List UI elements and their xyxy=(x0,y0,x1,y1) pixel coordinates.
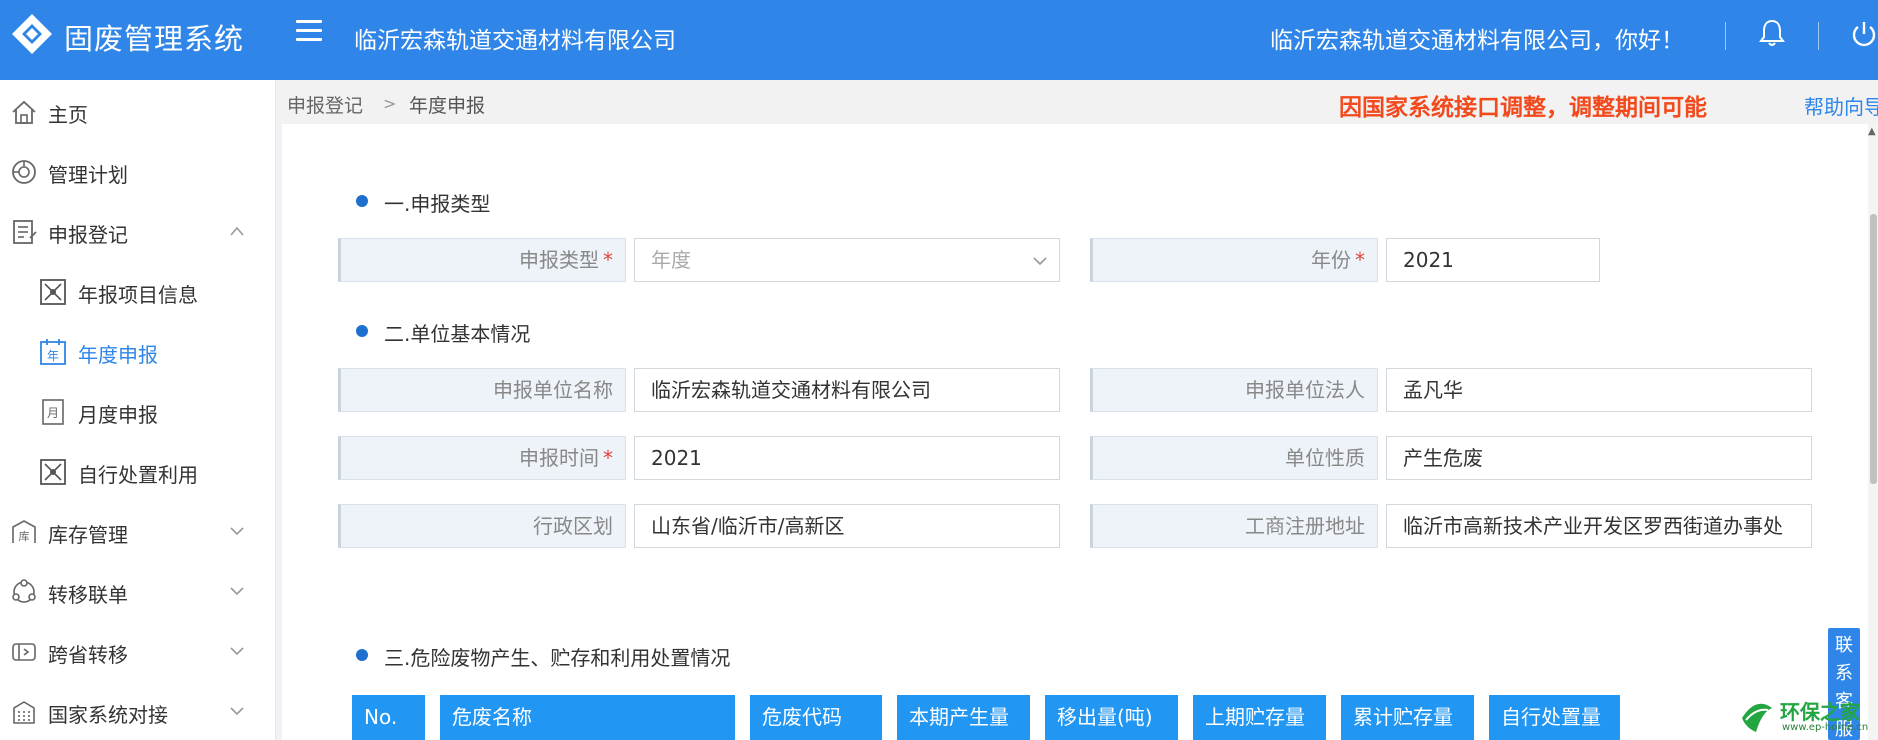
table-header-cell: 上期贮存量 xyxy=(1193,695,1326,740)
year-calendar-icon: 年 xyxy=(40,339,66,365)
year-label: 年份 * xyxy=(1090,238,1378,282)
report-time-label: 申报时间 * xyxy=(338,436,626,480)
sidebar-item-label: 库存管理 xyxy=(48,523,128,547)
report-type-select[interactable]: 年度 xyxy=(634,238,1060,282)
sidebar-item-label: 跨省转移 xyxy=(48,643,128,667)
sidebar-item-home[interactable]: 主页 xyxy=(0,82,276,142)
user-greeting[interactable]: 临沂宏森轨道交通材料有限公司，你好！ xyxy=(1270,21,1684,55)
sidebar-item-label: 国家系统对接 xyxy=(48,703,168,727)
svg-text:月: 月 xyxy=(47,406,59,420)
table-header-cell: No. xyxy=(352,695,425,740)
logo-icon xyxy=(12,14,52,54)
unit-nature-input[interactable]: 产生危废 xyxy=(1386,436,1812,480)
unit-name-input[interactable]: 临沂宏森轨道交通材料有限公司 xyxy=(634,368,1060,412)
legal-person-label: 申报单位法人 xyxy=(1090,368,1378,412)
report-time-input[interactable]: 2021 xyxy=(634,436,1060,480)
sidebar-item-label: 申报登记 xyxy=(48,223,128,247)
table-header-cell: 累计贮存量 xyxy=(1341,695,1474,740)
home-icon xyxy=(12,100,36,124)
breadcrumb: 申报登记 > 年度申报 因国家系统接口调整，调整期间可能 帮助向导 xyxy=(277,80,1878,124)
unit-name-label: 申报单位名称 xyxy=(338,368,626,412)
sidebar-item-label: 月度申报 xyxy=(78,403,158,427)
notice-marquee: 因国家系统接口调整，调整期间可能 xyxy=(1339,95,1707,121)
legal-person-input[interactable]: 孟凡华 xyxy=(1386,368,1812,412)
plan-icon xyxy=(12,160,36,184)
chevron-down-icon xyxy=(230,587,244,596)
chevron-up-icon xyxy=(230,226,244,236)
sidebar-item-annual-report[interactable]: 年 年度申报 xyxy=(0,322,276,382)
sidebar-item-cross-province[interactable]: 跨省转移 xyxy=(0,622,276,682)
sidebar-item-label: 管理计划 xyxy=(48,163,128,187)
bell-icon[interactable] xyxy=(1758,18,1786,48)
dispose-icon xyxy=(40,459,66,485)
power-icon[interactable] xyxy=(1850,19,1878,49)
chevron-down-icon xyxy=(230,707,244,716)
header-divider xyxy=(1725,22,1726,50)
breadcrumb-parent[interactable]: 申报登记 xyxy=(287,91,363,118)
report-type-label: 申报类型 * xyxy=(338,238,626,282)
breadcrumb-current: 年度申报 xyxy=(409,95,486,117)
section-heading: 一.申报类型 xyxy=(356,188,656,216)
system-title: 固废管理系统 xyxy=(64,22,245,56)
declare-icon xyxy=(13,220,37,244)
address-input[interactable]: 临沂市高新技术产业开发区罗西街道办事处 xyxy=(1386,504,1812,548)
cross-province-icon xyxy=(12,643,36,661)
scrollbar-thumb[interactable] xyxy=(1870,214,1877,484)
chevron-down-icon xyxy=(1033,257,1047,266)
sidebar-item-label: 转移联单 xyxy=(48,583,128,607)
svg-text:库: 库 xyxy=(19,530,30,543)
sidebar-item-label: 自行处置利用 xyxy=(78,463,198,487)
chevron-right-icon: > xyxy=(383,94,397,113)
chevron-down-icon xyxy=(230,647,244,656)
region-label: 行政区划 xyxy=(338,504,626,548)
watermark: 环保之家 www.ep-home.cn xyxy=(1736,696,1878,740)
sidebar-item-inventory[interactable]: 库 库存管理 xyxy=(0,502,276,562)
warehouse-icon: 库 xyxy=(12,520,36,543)
svg-text:年: 年 xyxy=(47,349,59,363)
sidebar-item-self-disposal[interactable]: 自行处置利用 xyxy=(0,442,276,502)
address-label: 工商注册地址 xyxy=(1090,504,1378,548)
table-header-cell: 本期产生量 xyxy=(897,695,1030,740)
bullet-icon xyxy=(356,325,368,337)
month-calendar-icon: 月 xyxy=(42,399,64,425)
help-guide-link[interactable]: 帮助向导 xyxy=(1804,91,1878,120)
year-input[interactable]: 2021 xyxy=(1386,238,1600,282)
sidebar-item-label: 年度申报 xyxy=(78,343,158,367)
sidebar-item-monthly-report[interactable]: 月 月度申报 xyxy=(0,382,276,442)
sidebar-item-declare[interactable]: 申报登记 xyxy=(0,202,276,262)
project-icon xyxy=(40,279,66,305)
scroll-up-arrow-icon[interactable]: ▲ xyxy=(1868,126,1876,137)
sidebar-item-label: 年报项目信息 xyxy=(78,283,198,307)
table-header-cell: 移出量(吨) xyxy=(1045,695,1178,740)
top-header: 固废管理系统 临沂宏森轨道交通材料有限公司 临沂宏森轨道交通材料有限公司，你好！ xyxy=(0,0,1878,80)
section-heading: 二.单位基本情况 xyxy=(356,318,656,346)
sidebar-item-plan[interactable]: 管理计划 xyxy=(0,142,276,202)
bullet-icon xyxy=(356,195,368,207)
unit-nature-label: 单位性质 xyxy=(1090,436,1378,480)
region-input[interactable]: 山东省/临沂市/高新区 xyxy=(634,504,1060,548)
table-header-cell: 危废名称 xyxy=(440,695,735,740)
transfer-icon xyxy=(12,579,36,603)
national-system-icon xyxy=(13,701,35,724)
header-company-name: 临沂宏森轨道交通材料有限公司 xyxy=(354,28,676,54)
section-heading: 三.危险废物产生、贮存和利用处置情况 xyxy=(356,642,856,670)
leaf-logo-icon xyxy=(1742,703,1772,732)
table-header-cell: 危废代码 xyxy=(750,695,882,740)
sidebar-item-label: 主页 xyxy=(48,103,88,127)
sidebar-item-transfer[interactable]: 转移联单 xyxy=(0,562,276,622)
sidebar-item-national-system[interactable]: 国家系统对接 xyxy=(0,682,276,740)
chevron-down-icon xyxy=(230,527,244,536)
menu-toggle-icon[interactable] xyxy=(296,20,322,42)
sidebar-item-project-info[interactable]: 年报项目信息 xyxy=(0,262,276,322)
header-divider xyxy=(1818,22,1819,50)
table-header-cell: 自行处置量 xyxy=(1489,695,1620,740)
sidebar-nav: 主页 管理计划 申报登记 年报项目信息 年 年度申报 月 月度申报 自行处置利用… xyxy=(0,80,276,740)
bullet-icon xyxy=(356,649,368,661)
